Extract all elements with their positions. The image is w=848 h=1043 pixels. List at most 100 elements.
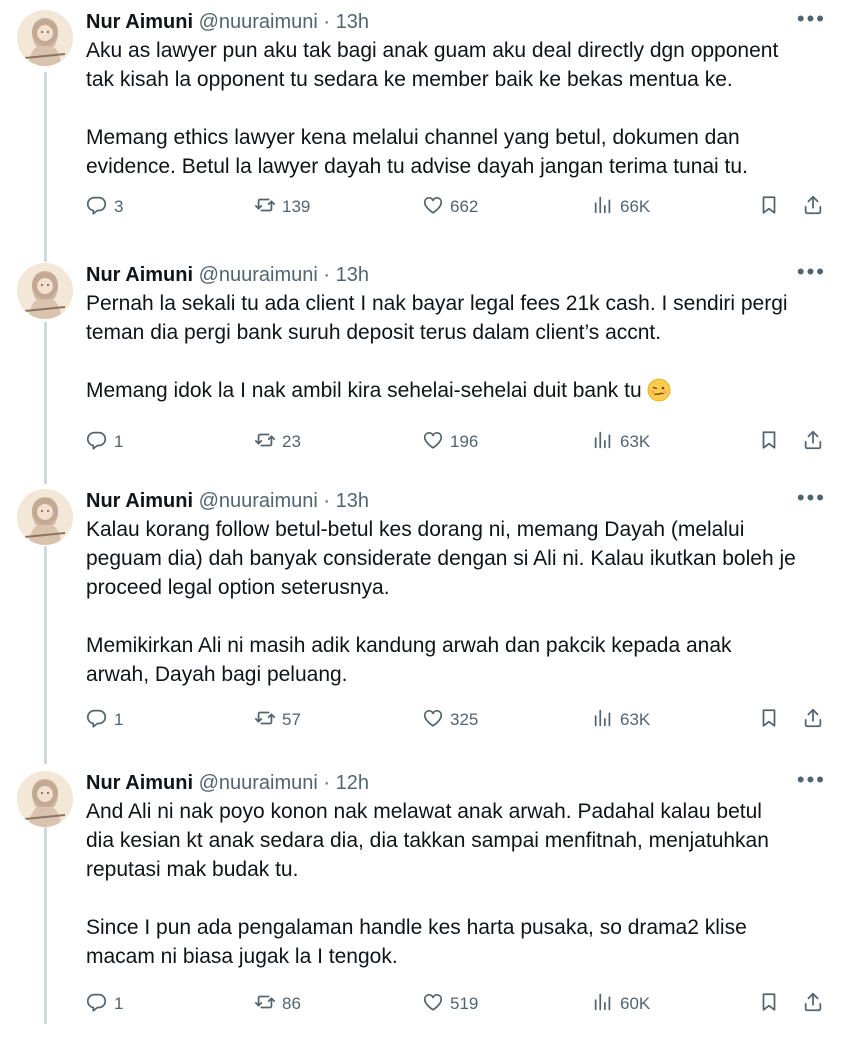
- tweet-text-line: Pernah la sekali tu ada client I nak bay…: [86, 292, 788, 315]
- retweet-icon: [254, 707, 276, 734]
- retweet-button[interactable]: 139: [254, 192, 310, 222]
- reply-button[interactable]: 1: [86, 427, 123, 457]
- tweet[interactable]: Nur Aimuni @nuuraimuni · 13h ••• Kalau kor…: [0, 479, 848, 761]
- like-button[interactable]: 519: [422, 989, 478, 1019]
- tweet-text-line: reputasi mak budak tu.: [86, 858, 299, 881]
- bookmark-icon: [758, 707, 780, 734]
- retweet-icon: [254, 429, 276, 456]
- like-button[interactable]: 662: [422, 192, 478, 222]
- bookmark-icon: [758, 194, 780, 221]
- avatar[interactable]: [17, 489, 73, 545]
- display-name[interactable]: Nur Aimuni: [86, 264, 193, 286]
- tweet-text-line: macam ni biasa jugak la I tengok.: [86, 945, 398, 968]
- tweet-text-line: Aku as lawyer pun aku tak bagi anak guam…: [86, 39, 779, 62]
- user-handle[interactable]: @nuuraimuni: [199, 490, 318, 512]
- share-button[interactable]: [802, 989, 824, 1019]
- bookmark-button[interactable]: [758, 989, 780, 1019]
- tweet-text-line: proceed legal option seterusnya.: [86, 576, 390, 599]
- tweet-text-line: Since I pun ada pengalaman handle kes ha…: [86, 916, 747, 939]
- share-icon: [802, 429, 824, 456]
- reply-button[interactable]: 1: [86, 989, 123, 1019]
- timestamp[interactable]: 13h: [336, 490, 369, 512]
- more-dots-icon[interactable]: •••: [797, 767, 826, 793]
- reply-button[interactable]: 1: [86, 705, 123, 735]
- tweet-paragraph: Memang idok la I nak ambil kira sehelai-…: [86, 376, 836, 405]
- views-icon: [592, 429, 614, 456]
- display-name[interactable]: Nur Aimuni: [86, 772, 193, 794]
- bookmark-button[interactable]: [758, 192, 780, 222]
- heart-icon: [422, 991, 444, 1018]
- more-dots-icon[interactable]: •••: [797, 485, 826, 511]
- tweet-paragraph: Memikirkan Ali ni masih adik kandung arw…: [86, 631, 836, 689]
- retweet-icon: [254, 194, 276, 221]
- bookmark-button[interactable]: [758, 705, 780, 735]
- views-count: 63K: [620, 432, 651, 451]
- reply-button[interactable]: 3: [86, 192, 123, 222]
- bookmark-button[interactable]: [758, 427, 780, 457]
- retweet-button[interactable]: 86: [254, 989, 301, 1019]
- reply-count: 1: [114, 432, 124, 451]
- retweet-button[interactable]: 57: [254, 705, 301, 735]
- like-count: 196: [450, 432, 479, 451]
- heart-icon: [422, 707, 444, 734]
- tweet-paragraph: And Ali ni nak poyo konon nak melawat an…: [86, 797, 836, 884]
- tweet-paragraph: Kalau korang follow betul-betul kes dora…: [86, 515, 836, 602]
- tweet[interactable]: Nur Aimuni @nuuraimuni · 13h ••• Aku as la…: [0, 0, 848, 282]
- tweet-header: Nur Aimuni @nuuraimuni · 13h: [86, 487, 369, 515]
- views-button[interactable]: 66K: [592, 192, 650, 222]
- timestamp[interactable]: 13h: [336, 11, 369, 33]
- tweet-text-line: Memang ethics lawyer kena melalui channe…: [86, 126, 740, 149]
- tweet-text: Pernah la sekali tu ada client I nak bay…: [86, 289, 836, 405]
- views-count: 60K: [620, 994, 651, 1013]
- tweet-text-line: peguam dia) dah banyak considerate denga…: [86, 547, 796, 570]
- user-handle[interactable]: @nuuraimuni: [199, 11, 318, 33]
- tweet-actions: 1 86 519 60K: [86, 989, 826, 1019]
- like-count: 662: [450, 197, 479, 216]
- tweet-paragraph: Pernah la sekali tu ada client I nak bay…: [86, 289, 836, 347]
- tweet-text-line: Kalau korang follow betul-betul kes dora…: [86, 518, 745, 541]
- share-button[interactable]: [802, 192, 824, 222]
- user-handle[interactable]: @nuuraimuni: [199, 772, 318, 794]
- retweet-button[interactable]: 23: [254, 427, 301, 457]
- separator-dot: ·: [323, 772, 331, 794]
- tweet-actions: 1 57 325 63K: [86, 705, 826, 735]
- tweet-text-line: Memang idok la I nak ambil kira sehelai-…: [86, 379, 642, 402]
- retweet-count: 86: [282, 994, 301, 1013]
- timestamp[interactable]: 13h: [336, 264, 369, 286]
- avatar[interactable]: [17, 10, 73, 66]
- separator-dot: ·: [323, 264, 331, 286]
- retweet-count: 57: [282, 710, 301, 729]
- views-button[interactable]: 60K: [592, 989, 650, 1019]
- tweet-text-line: dia kesian kt anak sedara dia, dia takka…: [86, 829, 769, 852]
- share-button[interactable]: [802, 427, 824, 457]
- reply-icon: [86, 707, 108, 734]
- tweet[interactable]: Nur Aimuni @nuuraimuni · 12h ••• And Ali n…: [0, 761, 848, 1043]
- more-dots-icon[interactable]: •••: [797, 6, 826, 32]
- avatar[interactable]: [17, 771, 73, 827]
- display-name[interactable]: Nur Aimuni: [86, 490, 193, 512]
- like-button[interactable]: 325: [422, 705, 478, 735]
- share-button[interactable]: [802, 705, 824, 735]
- avatar[interactable]: [17, 263, 73, 319]
- reply-icon: [86, 194, 108, 221]
- retweet-count: 139: [282, 197, 311, 216]
- woozy-face-emoji-icon: [647, 378, 671, 402]
- views-count: 63K: [620, 710, 651, 729]
- views-button[interactable]: 63K: [592, 705, 650, 735]
- tweet-text-line: arwah, Dayah bagi peluang.: [86, 663, 348, 686]
- display-name[interactable]: Nur Aimuni: [86, 11, 193, 33]
- timestamp[interactable]: 12h: [336, 772, 369, 794]
- reply-count: 1: [114, 994, 124, 1013]
- reply-icon: [86, 991, 108, 1018]
- tweet-header: Nur Aimuni @nuuraimuni · 13h: [86, 8, 369, 36]
- tweet-paragraph: Since I pun ada pengalaman handle kes ha…: [86, 913, 836, 971]
- user-handle[interactable]: @nuuraimuni: [199, 264, 318, 286]
- tweet-actions: 3 139 662 66K: [86, 192, 826, 222]
- tweet-text: Kalau korang follow betul-betul kes dora…: [86, 515, 836, 689]
- more-dots-icon[interactable]: •••: [797, 259, 826, 285]
- like-button[interactable]: 196: [422, 427, 478, 457]
- tweet-paragraph: Aku as lawyer pun aku tak bagi anak guam…: [86, 36, 836, 94]
- views-button[interactable]: 63K: [592, 427, 650, 457]
- tweet-header: Nur Aimuni @nuuraimuni · 12h: [86, 769, 369, 797]
- reply-count: 1: [114, 710, 124, 729]
